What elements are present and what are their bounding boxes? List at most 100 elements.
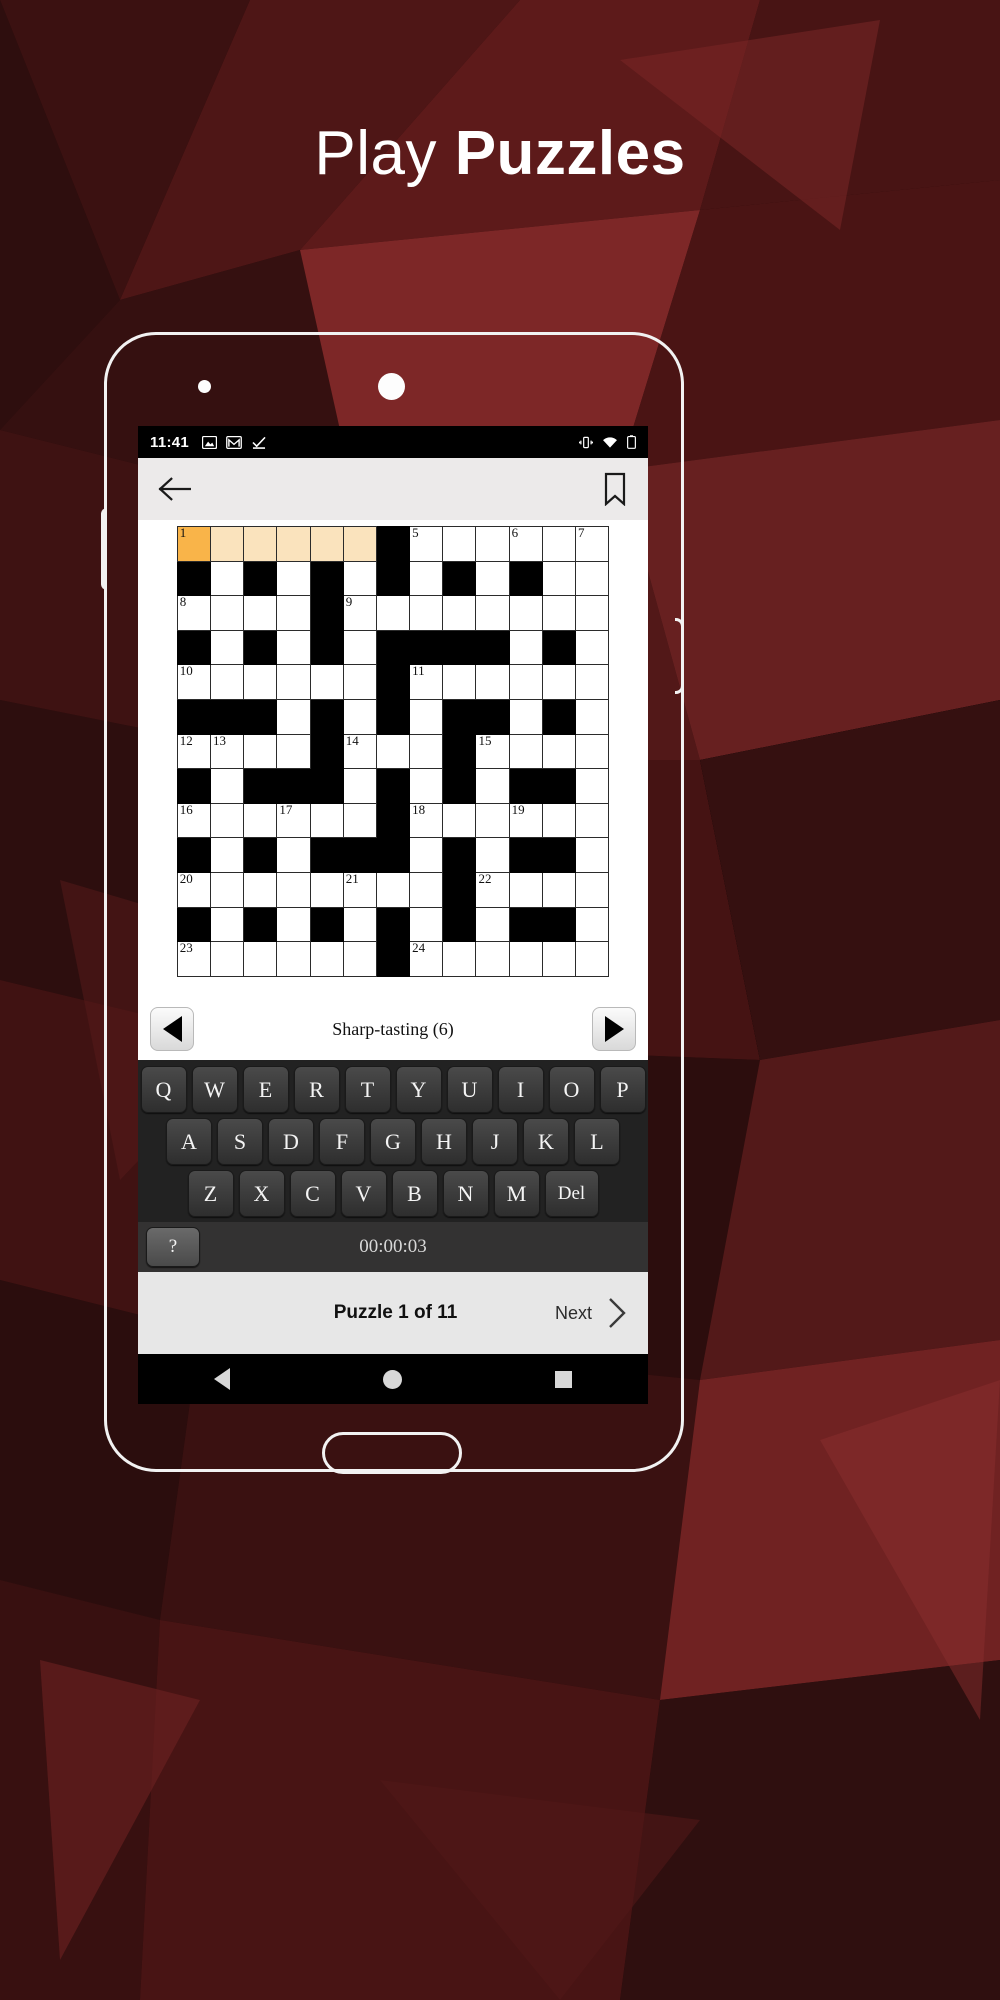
- crossword-cell-numbered[interactable]: 16: [176, 802, 211, 839]
- crossword-cell-empty[interactable]: [243, 802, 278, 839]
- crossword-cell-empty[interactable]: [209, 664, 245, 700]
- crossword-cell-numbered[interactable]: 9: [342, 595, 377, 631]
- crossword-cell-highlighted[interactable]: [243, 526, 278, 562]
- crossword-cell-numbered[interactable]: 13: [209, 733, 245, 770]
- crossword-cell-empty[interactable]: [575, 698, 610, 735]
- key-d[interactable]: D: [268, 1118, 314, 1165]
- crossword-cell-numbered[interactable]: 21: [342, 871, 377, 908]
- crossword-cell-empty[interactable]: [276, 560, 311, 597]
- crossword-cell-empty[interactable]: [209, 595, 245, 631]
- crossword-cell-numbered[interactable]: 20: [176, 871, 211, 908]
- crossword-cell-empty[interactable]: [508, 871, 543, 908]
- prev-clue-button[interactable]: [150, 1007, 194, 1051]
- crossword-cell-empty[interactable]: [475, 664, 510, 700]
- crossword-cell-empty[interactable]: [209, 837, 245, 873]
- crossword-cell-empty[interactable]: [342, 698, 377, 735]
- crossword-cell-empty[interactable]: [475, 560, 510, 597]
- key-h[interactable]: H: [421, 1118, 467, 1165]
- crossword-cell-empty[interactable]: [309, 802, 344, 839]
- next-clue-button[interactable]: [592, 1007, 636, 1051]
- crossword-cell-empty[interactable]: [342, 941, 377, 977]
- crossword-cell-empty[interactable]: [375, 871, 411, 908]
- crossword-cell-empty[interactable]: [276, 629, 311, 666]
- crossword-cell-empty[interactable]: [508, 733, 543, 770]
- crossword-cell-empty[interactable]: [442, 664, 477, 700]
- crossword-cell-empty[interactable]: [575, 560, 610, 597]
- key-m[interactable]: M: [493, 1170, 540, 1217]
- crossword-cell-numbered[interactable]: 18: [409, 802, 444, 839]
- key-o[interactable]: O: [548, 1066, 595, 1113]
- crossword-cell-empty[interactable]: [508, 595, 543, 631]
- key-p[interactable]: P: [599, 1066, 646, 1113]
- crossword-cell-empty[interactable]: [541, 664, 577, 700]
- key-r[interactable]: R: [293, 1066, 340, 1113]
- crossword-cell-empty[interactable]: [442, 595, 477, 631]
- crossword-cell-highlighted[interactable]: [209, 526, 245, 562]
- crossword-cell-empty[interactable]: [342, 768, 377, 804]
- arrow-left-icon[interactable]: [158, 476, 192, 502]
- crossword-cell-empty[interactable]: [375, 733, 411, 770]
- crossword-cell-empty[interactable]: [575, 941, 610, 977]
- crossword-cell-active[interactable]: 1: [176, 526, 211, 562]
- crossword-cell-empty[interactable]: [342, 664, 377, 700]
- crossword-cell-empty[interactable]: [209, 768, 245, 804]
- crossword-cell-empty[interactable]: [276, 595, 311, 631]
- crossword-cell-numbered[interactable]: 19: [508, 802, 543, 839]
- crossword-grid[interactable]: 1 5 6 7 8 9 10 11 12 13 14 15 16 17 18 19 20 21 22 23 24: [176, 526, 610, 977]
- crossword-cell-empty[interactable]: [475, 941, 510, 977]
- key-y[interactable]: Y: [395, 1066, 442, 1113]
- crossword-cell-empty[interactable]: [276, 906, 311, 943]
- crossword-cell-empty[interactable]: [309, 941, 344, 977]
- crossword-cell-empty[interactable]: [209, 802, 245, 839]
- crossword-cell-empty[interactable]: [475, 595, 510, 631]
- crossword-cell-numbered[interactable]: 11: [409, 664, 444, 700]
- android-navigation-bar[interactable]: [138, 1354, 648, 1404]
- crossword-cell-numbered[interactable]: 17: [276, 802, 311, 839]
- crossword-cell-empty[interactable]: [575, 733, 610, 770]
- key-t[interactable]: T: [344, 1066, 391, 1113]
- crossword-cell-numbered[interactable]: 8: [176, 595, 211, 631]
- key-j[interactable]: J: [472, 1118, 518, 1165]
- crossword-cell-empty[interactable]: [276, 698, 311, 735]
- key-e[interactable]: E: [242, 1066, 289, 1113]
- crossword-cell-empty[interactable]: [209, 906, 245, 943]
- crossword-cell-highlighted[interactable]: [342, 526, 377, 562]
- crossword-cell-numbered[interactable]: 24: [409, 941, 444, 977]
- key-n[interactable]: N: [442, 1170, 489, 1217]
- android-recents-icon[interactable]: [554, 1370, 572, 1388]
- crossword-cell-empty[interactable]: [375, 595, 411, 631]
- crossword-cell-highlighted[interactable]: [276, 526, 311, 562]
- help-key[interactable]: ?: [146, 1227, 200, 1267]
- crossword-cell-numbered[interactable]: 15: [475, 733, 510, 770]
- crossword-cell-numbered[interactable]: 14: [342, 733, 377, 770]
- crossword-cell-empty[interactable]: [575, 837, 610, 873]
- crossword-cell-empty[interactable]: [276, 664, 311, 700]
- crossword-cell-empty[interactable]: [309, 664, 344, 700]
- crossword-cell-empty[interactable]: [243, 871, 278, 908]
- key-delete[interactable]: Del: [544, 1170, 599, 1217]
- crossword-cell-empty[interactable]: [309, 871, 344, 908]
- crossword-cell-empty[interactable]: [209, 871, 245, 908]
- crossword-cell-empty[interactable]: [276, 941, 311, 977]
- crossword-cell-highlighted[interactable]: [309, 526, 344, 562]
- crossword-cell-empty[interactable]: [342, 802, 377, 839]
- crossword-cell-empty[interactable]: [276, 837, 311, 873]
- crossword-cell-empty[interactable]: [276, 733, 311, 770]
- key-a[interactable]: A: [166, 1118, 212, 1165]
- crossword-cell-empty[interactable]: [508, 941, 543, 977]
- on-screen-keyboard[interactable]: QWERTYUIOP ASDFGHJKL Z X C V B N M Del ? 00:00:…: [138, 1060, 648, 1272]
- key-w[interactable]: W: [191, 1066, 238, 1113]
- crossword-cell-empty[interactable]: [541, 941, 577, 977]
- crossword-cell-numbered[interactable]: 7: [575, 526, 610, 562]
- key-u[interactable]: U: [446, 1066, 493, 1113]
- crossword-cell-empty[interactable]: [575, 802, 610, 839]
- crossword-cell-numbered[interactable]: 6: [508, 526, 543, 562]
- crossword-cell-empty[interactable]: [575, 595, 610, 631]
- bookmark-icon[interactable]: [602, 472, 628, 506]
- crossword-cell-empty[interactable]: [409, 698, 444, 735]
- crossword-cell-numbered[interactable]: 10: [176, 664, 211, 700]
- key-k[interactable]: K: [523, 1118, 569, 1165]
- crossword-cell-empty[interactable]: [475, 837, 510, 873]
- crossword-cell-empty[interactable]: [541, 733, 577, 770]
- crossword-cell-empty[interactable]: [342, 560, 377, 597]
